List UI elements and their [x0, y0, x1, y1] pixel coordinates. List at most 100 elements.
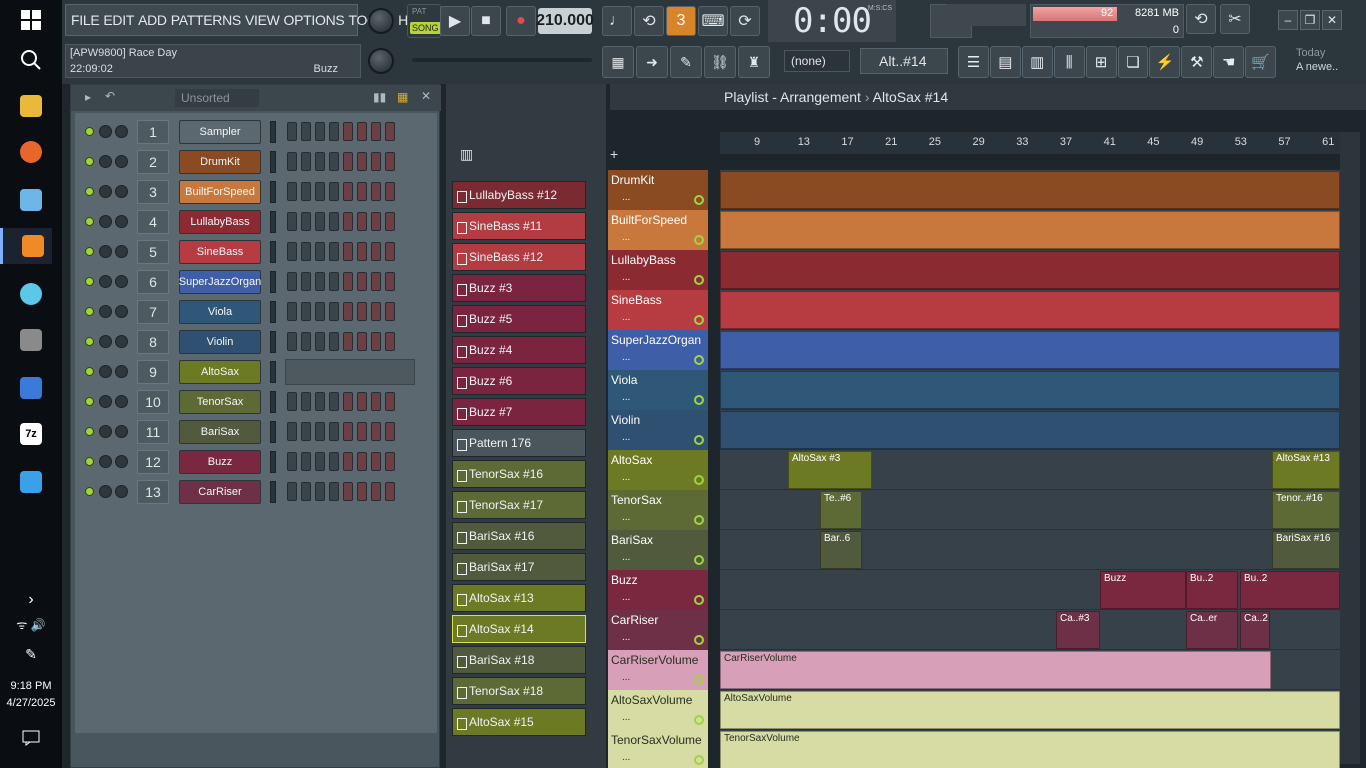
track-more-icon[interactable]: ...	[622, 392, 630, 403]
channel-pan-knob[interactable]	[99, 125, 112, 138]
step-button[interactable]	[343, 422, 353, 441]
pattern-clip[interactable]	[720, 291, 1340, 329]
channel-pan-knob[interactable]	[99, 215, 112, 228]
step-button[interactable]	[329, 182, 339, 201]
track-header[interactable]: Viola...	[608, 370, 708, 410]
menu-add[interactable]: ADD	[137, 12, 168, 28]
track-active-led[interactable]	[694, 755, 704, 765]
pencil-icon[interactable]: ✎	[670, 46, 702, 78]
step-button[interactable]	[385, 422, 395, 441]
pattern-clip[interactable]: Buzz	[1100, 571, 1186, 609]
step-button[interactable]	[343, 242, 353, 261]
step-button[interactable]	[385, 392, 395, 411]
step-button[interactable]	[371, 122, 381, 141]
track-more-icon[interactable]: ...	[622, 232, 630, 243]
fl-studio-taskbar-icon[interactable]	[0, 228, 52, 264]
channel-name-button[interactable]: DrumKit	[179, 150, 261, 174]
step-button[interactable]	[315, 122, 325, 141]
pattern-item[interactable]: SineBass #12	[452, 243, 586, 271]
channel-pan-knob[interactable]	[99, 275, 112, 288]
notification-icon[interactable]	[10, 720, 52, 756]
channel-mute-led[interactable]	[85, 307, 94, 316]
track-more-icon[interactable]: ...	[622, 272, 630, 283]
cut-icon[interactable]: ✂	[1220, 4, 1250, 34]
news-panel[interactable]: Today A newe..	[1296, 46, 1362, 78]
plugin-icon[interactable]: ⚡	[1149, 46, 1181, 78]
track-lane[interactable]: AltoSax #3 AltoSax #13	[720, 450, 1340, 490]
track-active-led[interactable]	[694, 715, 704, 725]
channel-select[interactable]	[270, 121, 276, 143]
track-lane[interactable]: TenorSaxVolume	[720, 730, 1340, 768]
pat-song-toggle[interactable]: PAT SONG	[407, 4, 441, 38]
pattern-clip[interactable]: BariSax #16	[1272, 531, 1340, 569]
track-header[interactable]: Buzz...	[608, 570, 708, 610]
pattern-clip[interactable]: TenorSaxVolume	[720, 731, 1340, 768]
channel-number[interactable]: 6	[137, 270, 169, 294]
channel-number[interactable]: 1	[137, 120, 169, 144]
step-button[interactable]	[357, 392, 367, 411]
channel-filter-select[interactable]: Unsorted	[175, 89, 259, 107]
track-header[interactable]: CarRiser...	[608, 610, 708, 650]
step-button[interactable]	[329, 242, 339, 261]
pattern-item[interactable]: TenorSax #17	[452, 491, 586, 519]
step-button[interactable]	[343, 302, 353, 321]
pattern-item[interactable]: BariSax #17	[452, 553, 586, 581]
pattern-clip[interactable]: AltoSaxVolume	[720, 691, 1340, 729]
channel-pan-knob[interactable]	[99, 365, 112, 378]
typing-keyboard-icon[interactable]: ⌨	[698, 6, 728, 36]
step-button[interactable]	[287, 302, 297, 321]
step-button[interactable]	[357, 422, 367, 441]
blend-notes-icon[interactable]: 3	[666, 6, 696, 36]
track-active-led[interactable]	[694, 555, 704, 565]
step-button[interactable]	[357, 122, 367, 141]
undo-icon[interactable]: ⟲	[1186, 4, 1216, 34]
channel-pan-knob[interactable]	[99, 395, 112, 408]
minimize-button[interactable]: –	[1278, 10, 1298, 30]
track-header[interactable]: BuiltForSpeed...	[608, 210, 708, 250]
mixer-icon[interactable]: ⫼	[1053, 46, 1085, 78]
step-button[interactable]	[371, 482, 381, 501]
channel-number[interactable]: 13	[137, 480, 169, 504]
track-header[interactable]: TenorSaxVolume...	[608, 730, 708, 768]
track-more-icon[interactable]: ...	[622, 672, 630, 683]
step-button[interactable]	[287, 182, 297, 201]
track-more-icon[interactable]: ...	[622, 472, 630, 483]
channel-name-button[interactable]: Violin	[179, 330, 261, 354]
channel-name-button[interactable]: BuiltForSpeed	[179, 180, 261, 204]
channel-name-button[interactable]: CarRiser	[179, 480, 261, 504]
step-button[interactable]	[343, 332, 353, 351]
channel-volume-knob[interactable]	[115, 185, 128, 198]
countdown-icon[interactable]: ⟲	[634, 6, 664, 36]
step-button[interactable]	[287, 452, 297, 471]
timeline-ruler[interactable]: 9 13 17 21 25 29 33 37 41 45 49 53 57 61	[720, 132, 1340, 154]
track-active-led[interactable]	[694, 515, 704, 525]
channel-volume-knob[interactable]	[115, 335, 128, 348]
channel-number[interactable]: 9	[137, 360, 169, 384]
pattern-clip[interactable]: Ca..er	[1186, 611, 1238, 649]
pattern-item[interactable]: BariSax #16	[452, 522, 586, 550]
step-button[interactable]	[357, 452, 367, 471]
channel-name-button[interactable]: Viola	[179, 300, 261, 324]
step-button[interactable]	[385, 122, 395, 141]
search-icon[interactable]	[10, 42, 52, 78]
track-active-led[interactable]	[694, 675, 704, 685]
pattern-item[interactable]: BariSax #18	[452, 646, 586, 674]
step-button[interactable]	[357, 272, 367, 291]
track-header[interactable]: Violin...	[608, 410, 708, 450]
step-button[interactable]	[287, 422, 297, 441]
step-button[interactable]	[329, 302, 339, 321]
channel-mute-led[interactable]	[85, 277, 94, 286]
step-button[interactable]	[301, 242, 311, 261]
track-lane[interactable]: Buzz Bu..2 Bu..2	[720, 570, 1340, 610]
step-button[interactable]	[287, 152, 297, 171]
gimp-icon[interactable]	[10, 322, 52, 358]
track-header[interactable]: LullabyBass...	[608, 250, 708, 290]
media-player-icon[interactable]	[10, 276, 52, 312]
menu-patterns[interactable]: PATTERNS	[170, 12, 242, 28]
step-button[interactable]	[301, 152, 311, 171]
channel-name-button[interactable]: SineBass	[179, 240, 261, 264]
channel-number[interactable]: 8	[137, 330, 169, 354]
piano-roll-icon[interactable]: ▦	[602, 46, 634, 78]
step-button[interactable]	[287, 332, 297, 351]
step-button[interactable]	[371, 152, 381, 171]
